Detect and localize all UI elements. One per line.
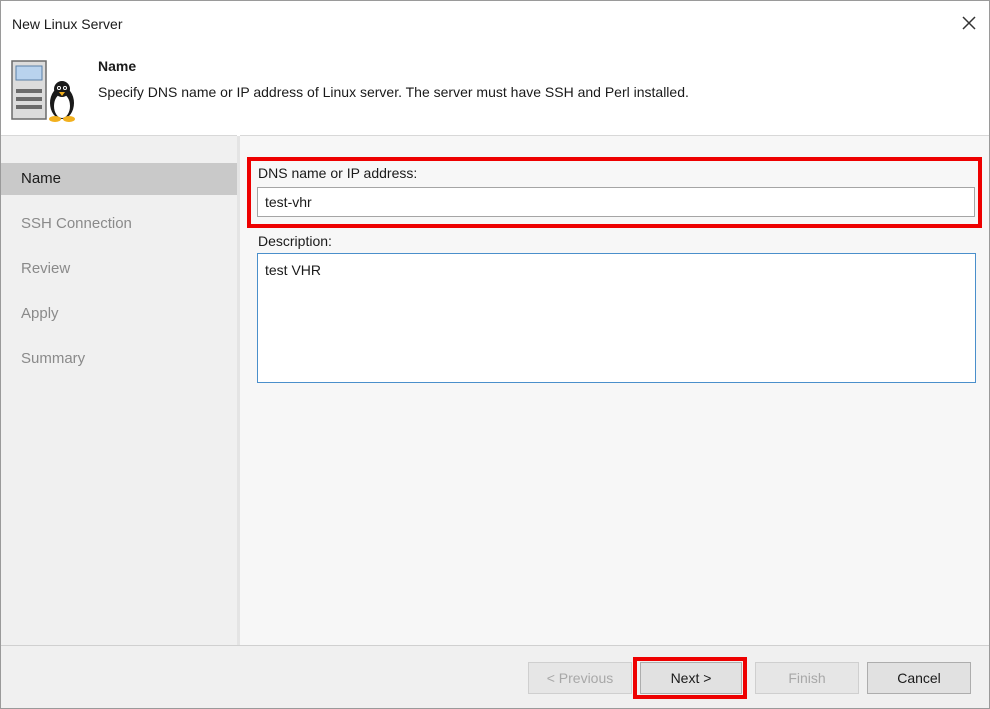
wizard-window: New Linux Server Name Specify DNS name o… bbox=[0, 0, 990, 709]
wizard-steps: Name SSH Connection Review Apply Summary bbox=[1, 135, 240, 646]
next-button[interactable]: Next > bbox=[640, 662, 742, 694]
cancel-button[interactable]: Cancel bbox=[867, 662, 971, 694]
linux-server-icon bbox=[11, 59, 81, 123]
close-icon[interactable] bbox=[957, 11, 981, 35]
wizard-header: Name Specify DNS name or IP address of L… bbox=[1, 49, 989, 135]
step-heading: Name bbox=[98, 58, 137, 74]
description-label: Description: bbox=[258, 233, 332, 249]
title-bar: New Linux Server bbox=[1, 1, 989, 49]
step-review[interactable]: Review bbox=[1, 253, 237, 285]
step-description: Specify DNS name or IP address of Linux … bbox=[98, 84, 689, 100]
dns-input[interactable] bbox=[257, 187, 975, 217]
finish-button[interactable]: Finish bbox=[755, 662, 859, 694]
step-ssh-connection[interactable]: SSH Connection bbox=[1, 208, 237, 240]
window-title: New Linux Server bbox=[12, 16, 123, 32]
step-summary[interactable]: Summary bbox=[1, 343, 237, 375]
step-name[interactable]: Name bbox=[1, 163, 237, 195]
wizard-content: DNS name or IP address: Description: tes… bbox=[240, 135, 989, 645]
description-input[interactable]: test VHR bbox=[257, 253, 976, 383]
wizard-footer: < Previous Next > Finish Cancel bbox=[1, 645, 989, 708]
previous-button[interactable]: < Previous bbox=[528, 662, 632, 694]
dns-label: DNS name or IP address: bbox=[258, 165, 418, 181]
step-apply[interactable]: Apply bbox=[1, 298, 237, 330]
